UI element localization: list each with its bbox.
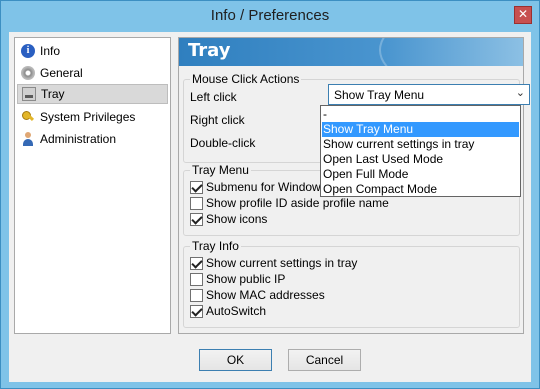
left-click-select[interactable]: Show Tray Menu ⌄: [328, 84, 530, 105]
option-label: Show current settings in tray: [206, 256, 358, 270]
checkbox[interactable]: [190, 180, 203, 194]
gear-icon: [21, 66, 35, 80]
info-icon: i: [21, 44, 35, 58]
cancel-button[interactable]: Cancel: [288, 349, 361, 371]
nav-item-label: Tray: [41, 87, 65, 101]
user-icon: [21, 132, 35, 146]
option-show-public-ip[interactable]: Show public IP: [190, 272, 285, 286]
checkbox[interactable]: [190, 212, 203, 226]
section-banner: Tray: [179, 38, 523, 66]
nav-item-general[interactable]: General: [17, 63, 168, 83]
dropdown-option[interactable]: Show Tray Menu: [322, 122, 519, 137]
option-label: Show icons: [206, 212, 268, 226]
option-show-mac-addresses[interactable]: Show MAC addresses: [190, 288, 325, 302]
ok-button[interactable]: OK: [199, 349, 272, 371]
nav-item-system-privileges[interactable]: System Privileges: [17, 107, 168, 127]
option-autoswitch[interactable]: AutoSwitch: [190, 304, 266, 318]
nav-item-label: General: [40, 66, 83, 80]
option-label: AutoSwitch: [206, 304, 267, 318]
right-click-label: Right click: [190, 113, 245, 127]
nav-item-info[interactable]: i Info: [17, 41, 168, 61]
dropdown-option[interactable]: Open Full Mode: [322, 167, 519, 182]
keys-icon: [21, 110, 35, 124]
left-click-dropdown-list[interactable]: - Show Tray Menu Show current settings i…: [320, 105, 521, 197]
checkbox[interactable]: [190, 196, 203, 210]
preferences-window: Info / Preferences ✕ i Info General Tray…: [0, 0, 540, 389]
tray-info-group: Tray Info Show current settings in tray …: [183, 239, 520, 328]
checkbox[interactable]: [190, 288, 203, 302]
tray-icon: [22, 87, 36, 101]
nav-item-administration[interactable]: Administration: [17, 129, 168, 149]
option-show-icons[interactable]: Show icons: [190, 212, 267, 226]
group-title: Mouse Click Actions: [190, 72, 302, 86]
section-title: Tray: [188, 40, 231, 61]
left-click-label: Left click: [190, 90, 237, 104]
dropdown-option[interactable]: -: [322, 107, 519, 122]
option-show-profile-id[interactable]: Show profile ID aside profile name: [190, 196, 389, 210]
nav-item-label: Info: [40, 44, 61, 58]
checkbox[interactable]: [190, 256, 203, 270]
option-label: Show public IP: [206, 272, 286, 286]
nav-list: i Info General Tray System Privileges Ad…: [14, 37, 171, 334]
option-label: Show profile ID aside profile name: [206, 196, 389, 210]
nav-item-label: Administration: [40, 132, 117, 146]
window-title: Info / Preferences: [210, 7, 330, 24]
checkbox[interactable]: [190, 272, 203, 286]
nav-item-tray[interactable]: Tray: [17, 84, 168, 104]
close-button[interactable]: ✕: [514, 6, 532, 24]
nav-item-label: System Privileges: [40, 110, 136, 124]
dialog-footer: OK Cancel: [9, 340, 531, 382]
double-click-label: Double-click: [190, 136, 256, 150]
left-click-value: Show Tray Menu: [334, 88, 425, 102]
dropdown-option[interactable]: Open Compact Mode: [322, 182, 519, 197]
group-title: Tray Menu: [190, 163, 251, 177]
chevron-down-icon: ⌄: [515, 87, 525, 99]
dropdown-option[interactable]: Show current settings in tray: [322, 137, 519, 152]
checkbox[interactable]: [190, 304, 203, 318]
dropdown-option[interactable]: Open Last Used Mode: [322, 152, 519, 167]
option-show-current-settings[interactable]: Show current settings in tray: [190, 256, 357, 270]
option-label: Show MAC addresses: [206, 288, 325, 302]
dialog-body: i Info General Tray System Privileges Ad…: [9, 32, 531, 382]
group-title: Tray Info: [190, 239, 241, 253]
